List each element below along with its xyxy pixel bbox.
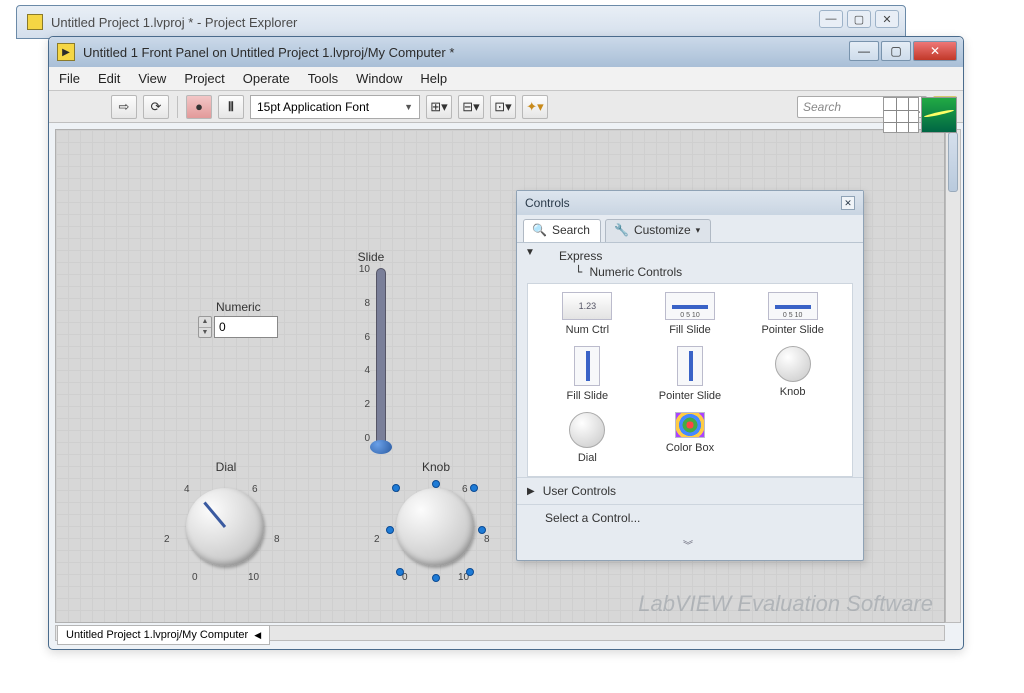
wrench-icon: 🔧 bbox=[614, 223, 629, 237]
menu-file[interactable]: File bbox=[59, 71, 80, 86]
selection-handle[interactable] bbox=[432, 480, 440, 488]
toolbar-separator bbox=[177, 96, 178, 118]
numeric-label: Numeric bbox=[216, 300, 278, 314]
palette-item-pointer-slide-v[interactable]: Pointer Slide bbox=[641, 346, 740, 402]
minimize-button[interactable]: — bbox=[849, 41, 879, 61]
scroll-thumb[interactable] bbox=[948, 132, 958, 192]
palette-items-grid: 1.23Num Ctrl Fill Slide Pointer Slide Fi… bbox=[527, 283, 853, 477]
fill-slide-icon bbox=[665, 292, 715, 320]
knob-control[interactable]: Knob 0 2 4 6 8 10 bbox=[366, 460, 506, 586]
palette-user-controls[interactable]: ▶ User Controls bbox=[517, 477, 863, 504]
selection-handle[interactable] bbox=[466, 568, 474, 576]
font-selector[interactable]: 15pt Application Font ▼ bbox=[250, 95, 420, 119]
dial-needle bbox=[203, 502, 226, 528]
front-panel-window: ▶ Untitled 1 Front Panel on Untitled Pro… bbox=[48, 36, 964, 650]
palette-subsection-numeric: └ Numeric Controls bbox=[539, 265, 863, 283]
palette-titlebar[interactable]: Controls ✕ bbox=[517, 191, 863, 215]
selection-handle[interactable] bbox=[396, 568, 404, 576]
distribute-button[interactable]: ⊟▾ bbox=[458, 95, 484, 119]
palette-close-button[interactable]: ✕ bbox=[841, 196, 855, 210]
back-min-button[interactable]: — bbox=[819, 10, 843, 28]
knob-knob[interactable] bbox=[396, 488, 474, 566]
numeric-control[interactable]: Numeric ▲▼ bbox=[198, 300, 278, 338]
chevron-down-icon: ▾ bbox=[696, 225, 701, 236]
menu-edit[interactable]: Edit bbox=[98, 71, 120, 86]
selection-handle[interactable] bbox=[470, 484, 478, 492]
vertical-scrollbar[interactable] bbox=[945, 129, 961, 623]
run-continuous-button[interactable]: ⟳ bbox=[143, 95, 169, 119]
toolbar: ⇨ ⟳ ● Ⅱ 15pt Application Font ▼ ⊞▾ ⊟▾ ⊡▾… bbox=[49, 91, 963, 123]
search-icon: 🔍 bbox=[532, 223, 547, 237]
menu-tools[interactable]: Tools bbox=[308, 71, 338, 86]
app-icon bbox=[27, 14, 43, 30]
maximize-button[interactable]: ▢ bbox=[881, 41, 911, 61]
align-button[interactable]: ⊞▾ bbox=[426, 95, 452, 119]
palette-item-color-box[interactable]: Color Box bbox=[641, 412, 740, 464]
slide-control[interactable]: Slide 10 8 6 4 2 0 bbox=[346, 250, 396, 448]
fill-slide-v-icon bbox=[574, 346, 600, 386]
palette-item-fill-slide-h[interactable]: Fill Slide bbox=[641, 292, 740, 336]
back-max-button[interactable]: ▢ bbox=[847, 10, 871, 28]
menu-view[interactable]: View bbox=[138, 71, 166, 86]
pointer-slide-v-icon bbox=[677, 346, 703, 386]
palette-item-dial[interactable]: Dial bbox=[538, 412, 637, 464]
controls-palette[interactable]: Controls ✕ 🔍 Search 🔧 Customize ▾ ▼ Expr… bbox=[516, 190, 864, 561]
dial-icon bbox=[569, 412, 605, 448]
dial-knob[interactable] bbox=[186, 488, 264, 566]
run-button[interactable]: ⇨ bbox=[111, 95, 137, 119]
connector-pane-icon[interactable] bbox=[883, 97, 919, 133]
slide-label: Slide bbox=[346, 250, 396, 264]
reorder-button[interactable]: ✦▾ bbox=[522, 95, 548, 119]
dial-control[interactable]: Dial 0 2 4 6 8 10 bbox=[156, 460, 296, 586]
palette-select-control[interactable]: Select a Control... bbox=[517, 504, 863, 531]
menubar: File Edit View Project Operate Tools Win… bbox=[49, 67, 963, 91]
palette-item-fill-slide-v[interactable]: Fill Slide bbox=[538, 346, 637, 402]
back-window-title: Untitled Project 1.lvproj * - Project Ex… bbox=[51, 15, 297, 30]
back-close-button[interactable]: ✕ bbox=[875, 10, 899, 28]
vi-icon[interactable] bbox=[921, 97, 957, 133]
selection-handle[interactable] bbox=[386, 526, 394, 534]
menu-operate[interactable]: Operate bbox=[243, 71, 290, 86]
front-panel-workspace[interactable]: Numeric ▲▼ Slide 10 8 6 4 2 0 bbox=[55, 129, 945, 623]
resize-button[interactable]: ⊡▾ bbox=[490, 95, 516, 119]
palette-resize-grip[interactable]: ︾ bbox=[517, 531, 863, 560]
knob-icon bbox=[775, 346, 811, 382]
bottom-tab[interactable]: Untitled Project 1.lvproj/My Computer◀ bbox=[57, 625, 270, 645]
palette-item-num-ctrl[interactable]: 1.23Num Ctrl bbox=[538, 292, 637, 336]
numeric-spinner[interactable]: ▲▼ bbox=[198, 316, 212, 338]
font-label: 15pt Application Font bbox=[257, 100, 369, 114]
numeric-input[interactable] bbox=[214, 316, 278, 338]
titlebar[interactable]: ▶ Untitled 1 Front Panel on Untitled Pro… bbox=[49, 37, 963, 67]
search-placeholder: Search bbox=[803, 100, 841, 114]
selection-handle[interactable] bbox=[432, 574, 440, 582]
menu-help[interactable]: Help bbox=[420, 71, 447, 86]
abort-button[interactable]: ● bbox=[186, 95, 212, 119]
num-ctrl-icon: 1.23 bbox=[562, 292, 612, 320]
close-button[interactable]: ✕ bbox=[913, 41, 957, 61]
menu-project[interactable]: Project bbox=[184, 71, 224, 86]
color-box-icon bbox=[675, 412, 705, 438]
selection-handle[interactable] bbox=[478, 526, 486, 534]
palette-search-tab[interactable]: 🔍 Search bbox=[523, 219, 601, 242]
expand-icon: ▶ bbox=[527, 486, 535, 497]
slide-ticks: 10 8 6 4 2 0 bbox=[346, 264, 370, 444]
chevron-down-icon: ▼ bbox=[404, 102, 413, 112]
slide-thumb[interactable] bbox=[370, 440, 392, 454]
dial-label: Dial bbox=[156, 460, 296, 474]
palette-customize-tab[interactable]: 🔧 Customize ▾ bbox=[605, 219, 711, 242]
knob-label: Knob bbox=[366, 460, 506, 474]
palette-section-express[interactable]: Express bbox=[539, 243, 863, 265]
app-icon: ▶ bbox=[57, 43, 75, 61]
palette-item-knob[interactable]: Knob bbox=[743, 346, 842, 402]
pointer-slide-icon bbox=[768, 292, 818, 320]
window-title: Untitled 1 Front Panel on Untitled Proje… bbox=[83, 45, 454, 60]
collapse-icon[interactable]: ▼ bbox=[525, 247, 539, 258]
palette-item-pointer-slide-h[interactable]: Pointer Slide bbox=[743, 292, 842, 336]
selection-handle[interactable] bbox=[392, 484, 400, 492]
slide-track[interactable] bbox=[376, 268, 386, 448]
palette-title: Controls bbox=[525, 196, 570, 210]
project-explorer-titlebar: Untitled Project 1.lvproj * - Project Ex… bbox=[16, 5, 906, 39]
menu-window[interactable]: Window bbox=[356, 71, 402, 86]
pause-button[interactable]: Ⅱ bbox=[218, 95, 244, 119]
